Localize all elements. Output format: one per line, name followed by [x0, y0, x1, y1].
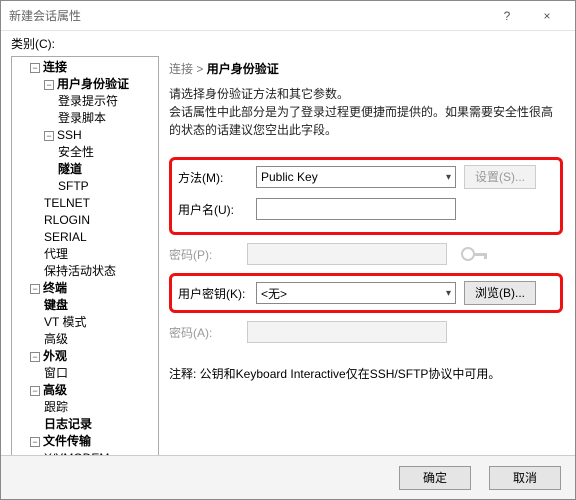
passphrase-label: 密码(A):: [169, 324, 247, 341]
tree-appearance[interactable]: 外观: [43, 349, 67, 363]
tree-userauth[interactable]: 用户身份验证: [57, 77, 129, 91]
method-label: 方法(M):: [178, 169, 256, 186]
tree-ssh[interactable]: SSH: [57, 128, 82, 142]
main-area: −连接 −用户身份验证 登录提示符 登录脚本 −SSH 安全性 隧道 SFTP: [1, 54, 575, 474]
tree-rlogin[interactable]: RLOGIN: [44, 212, 156, 229]
userkey-select[interactable]: <无> ▾: [256, 282, 456, 304]
crumb-current: 用户身份验证: [207, 62, 279, 76]
highlight-userkey: 用户密钥(K): <无> ▾ 浏览(B)...: [169, 273, 563, 313]
tree-telnet[interactable]: TELNET: [44, 195, 156, 212]
expander-icon[interactable]: −: [30, 284, 40, 294]
tree-log[interactable]: 日志记录: [44, 416, 156, 433]
tree-proxy[interactable]: 代理: [44, 246, 156, 263]
breadcrumb: 连接 > 用户身份验证: [169, 58, 563, 85]
title-bar: 新建会话属性 ? ×: [1, 1, 575, 31]
window-title: 新建会话属性: [9, 7, 487, 24]
chevron-down-icon: ▾: [446, 288, 451, 299]
tree-keyboard[interactable]: 键盘: [44, 297, 156, 314]
tree-advanced-t[interactable]: 高级: [44, 331, 156, 348]
expander-icon[interactable]: −: [30, 386, 40, 396]
password-label: 密码(P):: [169, 246, 247, 263]
passphrase-input: [247, 321, 447, 343]
expander-icon[interactable]: −: [30, 437, 40, 447]
userkey-value: <无>: [261, 285, 287, 302]
tree-login-script[interactable]: 登录脚本: [58, 110, 156, 127]
tree-trace[interactable]: 跟踪: [44, 399, 156, 416]
tree-connection[interactable]: 连接: [43, 60, 67, 74]
tree-security[interactable]: 安全性: [58, 144, 156, 161]
browse-button[interactable]: 浏览(B)...: [464, 281, 536, 305]
ok-button[interactable]: 确定: [399, 466, 471, 490]
expander-icon[interactable]: −: [30, 63, 40, 73]
tree-serial[interactable]: SERIAL: [44, 229, 156, 246]
right-panel: 连接 > 用户身份验证 请选择身份验证方法和其它参数。 会话属性中此部分是为了登…: [159, 54, 575, 474]
cancel-button[interactable]: 取消: [489, 466, 561, 490]
highlight-method-username: 方法(M): Public Key ▾ 设置(S)... 用户名(U):: [169, 157, 563, 235]
userkey-label: 用户密钥(K):: [178, 285, 256, 302]
tree-terminal[interactable]: 终端: [43, 281, 67, 295]
chevron-down-icon: ▾: [446, 172, 451, 183]
tree-keepalive[interactable]: 保持活动状态: [44, 263, 156, 280]
note-text: 注释: 公钥和Keyboard Interactive仅在SSH/SFTP协议中…: [169, 365, 563, 382]
category-label: 类别(C):: [1, 31, 575, 54]
expander-icon[interactable]: −: [44, 131, 54, 141]
description: 请选择身份验证方法和其它参数。 会话属性中此部分是为了登录过程更便捷而提供的。如…: [169, 85, 563, 139]
expander-icon[interactable]: −: [44, 80, 54, 90]
dialog-footer: 确定 取消: [1, 455, 575, 499]
key-icon: [455, 239, 495, 269]
tree-sftp[interactable]: SFTP: [58, 178, 156, 195]
desc-line2: 会话属性中此部分是为了登录过程更便捷而提供的。如果需要安全性很高的状态的话建议您…: [169, 103, 563, 139]
method-value: Public Key: [261, 170, 318, 184]
setup-button: 设置(S)...: [464, 165, 536, 189]
username-label: 用户名(U):: [178, 201, 256, 218]
expander-icon[interactable]: −: [30, 352, 40, 362]
category-tree[interactable]: −连接 −用户身份验证 登录提示符 登录脚本 −SSH 安全性 隧道 SFTP: [11, 56, 159, 474]
username-input[interactable]: [256, 198, 456, 220]
desc-line1: 请选择身份验证方法和其它参数。: [169, 85, 563, 103]
password-input: [247, 243, 447, 265]
tree-advanced[interactable]: 高级: [43, 383, 67, 397]
close-icon[interactable]: ×: [527, 2, 567, 30]
tree-file-transfer[interactable]: 文件传输: [43, 434, 91, 448]
help-icon[interactable]: ?: [487, 2, 527, 30]
tree-tunnel[interactable]: 隧道: [58, 161, 156, 178]
tree-vt[interactable]: VT 模式: [44, 314, 156, 331]
tree-login-prompt[interactable]: 登录提示符: [58, 93, 156, 110]
crumb-root: 连接: [169, 62, 193, 76]
tree-window[interactable]: 窗口: [44, 365, 156, 382]
method-select[interactable]: Public Key ▾: [256, 166, 456, 188]
